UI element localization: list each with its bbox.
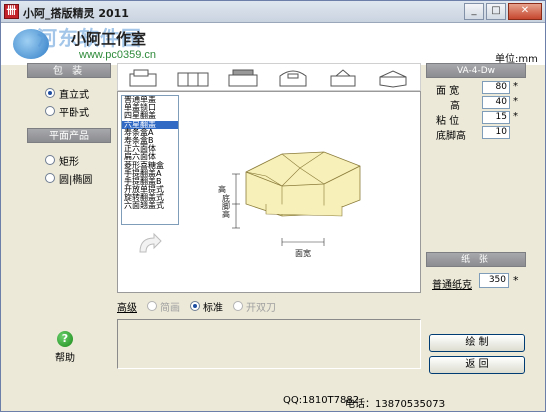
required-mark: * [513,274,519,287]
left-panel: 包 装 直立式 平卧式 平面产品 矩形 圆|椭圆 [27,63,111,223]
radio-icon[interactable] [190,301,200,311]
paper-panel: 纸 张 普通纸克 350 * [426,252,526,294]
maximize-button[interactable]: □ [486,3,506,20]
option-label: 开双刀 [246,302,276,314]
spec-panel: VA-4-Dw 面 宽 80 * 高 40 * 粘 位 15 * 底脚高 10 [426,63,526,142]
paper-heading: 纸 张 [426,252,526,267]
spec-label: 高 [450,101,460,112]
spec-row-height: 高 40 * [426,96,526,112]
option-label: 圆|椭圆 [59,174,93,186]
option-label: 平卧式 [59,107,89,119]
list-item[interactable]: 六面翘盖式 [122,202,178,210]
box-diagram: 高 底脚高 面宽 [218,151,361,258]
radio-icon[interactable] [45,155,55,165]
help-icon[interactable]: ? [57,331,73,347]
radio-icon[interactable] [233,301,243,311]
packaging-option-upright[interactable]: 直立式 [27,84,111,102]
footer-phone: 电话：1387053507З [345,399,446,410]
quality-label: 高级 [117,302,137,314]
radio-icon[interactable] [45,88,55,98]
radio-icon[interactable] [45,106,55,116]
spec-row-width: 面 宽 80 * [426,81,526,97]
watermark-url: www.pc0359.cn [79,49,157,61]
spec-label: 粘 位 [436,116,460,127]
draw-button[interactable]: 绘 制 [429,334,525,352]
height-label: 高 [218,184,226,194]
spec-code: VA-4-Dw [426,63,526,78]
message-box [117,319,421,369]
paper-weight-input[interactable]: 350 [479,273,509,288]
studio-brand: 小阿工作室 [71,30,147,48]
height-input[interactable]: 40 [482,96,510,109]
back-button[interactable]: 返 回 [429,356,525,374]
box-type-list[interactable]: 普通单盖 单盖锁口 四星翻盖 六星翻盖 寿条盒A 寿条盒B 正六面体 扁六面体 菱形喜糖盒 手提翻… [121,95,179,225]
app-window: 卌 小阿_搭版精灵 2011 _ □ ✕ 河东软件园 小阿工作室 www.pc0… [0,0,546,412]
help-label: 帮助 [55,353,75,364]
packaging-options: 直立式 平卧式 [27,78,111,128]
width-input[interactable]: 80 [482,81,510,94]
spec-row-glue: 粘 位 15 * [426,111,526,127]
flat-option-rectangle[interactable]: 矩形 [27,151,111,169]
flat-products-heading: 平面产品 [27,128,111,143]
option-label: 矩形 [59,156,79,168]
flat-option-circle[interactable]: 圆|椭圆 [27,169,111,187]
app-icon: 卌 [4,4,19,19]
required-mark: * [513,111,518,122]
radio-icon[interactable] [45,173,55,183]
spec-label: 底脚高 [436,131,466,142]
required-mark: * [513,96,518,107]
help-button[interactable]: ? 帮助 [53,331,77,364]
spec-row-base: 底脚高 10 [426,126,526,142]
box-thumb-6[interactable] [374,68,412,88]
paper-label: 普通纸克 [432,280,472,291]
shape-category-strip [117,63,421,91]
title-bar[interactable]: 卌 小阿_搭版精灵 2011 _ □ ✕ [1,1,545,23]
glue-input[interactable]: 15 [482,111,510,124]
packaging-heading: 包 装 [27,63,111,78]
width-label: 面宽 [295,248,311,258]
option-label: 标准 [203,302,223,314]
spec-label: 面 宽 [436,86,460,97]
window-title: 小阿_搭版精灵 2011 [23,7,129,20]
box-thumb-1[interactable] [124,68,162,88]
rotate-arrow-icon [139,232,162,253]
option-label: 直立式 [59,89,89,101]
banner: 河东软件园 小阿工作室 www.pc0359.cn [1,23,545,65]
quality-option-standard[interactable]: 标准 [190,299,223,314]
option-label: 简画 [160,302,180,314]
radio-icon[interactable] [147,301,157,311]
flat-products-options: 矩形 圆|椭圆 [27,143,111,195]
box-thumb-2[interactable] [174,68,212,88]
minimize-button[interactable]: _ [464,3,484,20]
paper-row: 普通纸克 350 * [426,271,526,293]
base-height-input[interactable]: 10 [482,126,510,139]
quality-options: 高级 简画 标准 开双刀 [117,298,421,314]
required-mark: * [513,81,518,92]
close-button[interactable]: ✕ [508,3,542,20]
box-thumb-4[interactable] [274,68,312,88]
preview-area: 普通单盖 单盖锁口 四星翻盖 六星翻盖 寿条盒A 寿条盒B 正六面体 扁六面体 菱形喜糖盒 手提翻… [117,91,421,293]
base-height-label: 底脚高 [222,193,231,219]
box-thumb-5[interactable] [324,68,362,88]
box-thumb-3[interactable] [224,68,262,88]
quality-option-double-knife[interactable]: 开双刀 [233,299,276,314]
packaging-option-flat[interactable]: 平卧式 [27,102,111,120]
window-controls: _ □ ✕ [464,3,542,20]
quality-option-simple[interactable]: 简画 [147,299,180,314]
